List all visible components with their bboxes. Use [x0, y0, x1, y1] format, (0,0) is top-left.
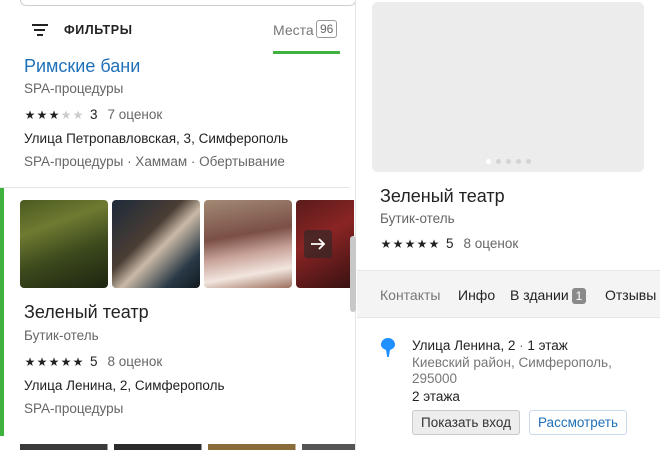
photo-thumbnail[interactable] [112, 200, 200, 288]
rating-value: 5 [90, 354, 98, 369]
star-icon: ★ [72, 107, 84, 122]
result-tags: SPA-процедуры [24, 401, 124, 416]
filter-bar: ФИЛЬТРЫ Места 96 [0, 10, 350, 54]
tab-contacts[interactable]: Контакты [380, 287, 440, 303]
search-results-panel: ФИЛЬТРЫ Места 96 Римские бани SPA-процед… [0, 0, 356, 450]
star-icon: ★ [428, 236, 440, 251]
star-icon: ★ [404, 236, 416, 251]
result-title[interactable]: Зеленый театр [24, 302, 149, 323]
result-category: Бутик-отель [24, 328, 99, 343]
rating-votes: 7 оценок [107, 107, 163, 122]
rating-value: 3 [90, 107, 98, 122]
place-rating: ★ ★ ★ ★ ★ 5 8 оценок [380, 236, 519, 251]
gallery-dot[interactable] [515, 159, 521, 164]
filter-icon[interactable] [32, 24, 48, 36]
star-icon: ★ [60, 354, 72, 369]
tab-info[interactable]: Инфо [458, 287, 495, 303]
star-icon: ★ [48, 107, 60, 122]
building-floors: 2 этажа [412, 389, 460, 404]
arrow-right-icon [311, 238, 326, 250]
place-title: Зеленый театр [380, 186, 505, 206]
result-card-selected[interactable]: Зеленый театр Бутик-отель ★ ★ ★ ★ ★ 5 8 оцен… [0, 188, 354, 436]
star-icon: ★ [392, 236, 404, 251]
rating-value: 5 [446, 236, 454, 251]
rating-votes: 8 оценок [463, 236, 519, 251]
tab-places[interactable]: Места 96 [273, 10, 340, 54]
star-icon: ★ [36, 354, 48, 369]
contact-address: Улица Ленина, 2 · 1 этаж [412, 338, 568, 353]
gallery-dot[interactable] [525, 159, 531, 164]
photo-strip [20, 200, 354, 288]
star-icon: ★ [24, 354, 36, 369]
rating-stars: ★ ★ ★ ★ ★ [24, 109, 84, 121]
location-pin-icon [381, 338, 395, 357]
result-tags: SPA-процедуры · Хаммам · Обертывание [24, 154, 285, 169]
filters-button[interactable]: ФИЛЬТРЫ [64, 23, 133, 37]
result-address: Улица Ленина, 2, Симферополь [24, 378, 225, 393]
in-building-count-badge: 1 [571, 288, 587, 304]
places-tab-label: Места [273, 22, 314, 38]
rating-stars: ★ ★ ★ ★ ★ [380, 238, 440, 250]
place-detail-panel: Зеленый театр Бутик-отель ★ ★ ★ ★ ★ 5 8 оцен… [357, 0, 660, 450]
result-category: SPA-процедуры [24, 81, 124, 96]
tab-in-building[interactable]: В здании 1 [510, 287, 587, 304]
gallery-dot[interactable] [495, 159, 501, 164]
result-address: Улица Петропавловская, 3, Симферополь [24, 131, 289, 146]
photo-thumbnail[interactable] [20, 200, 108, 288]
rating-stars: ★ ★ ★ ★ ★ [24, 356, 84, 368]
gallery-dot[interactable] [505, 159, 511, 164]
result-rating: ★ ★ ★ ★ ★ 5 8 оценок [24, 354, 163, 369]
tab-in-building-label: В здании [510, 287, 569, 303]
result-rating: ★ ★ ★ ★ ★ 3 7 оценок [24, 107, 163, 122]
photo-thumbnail[interactable] [204, 200, 292, 288]
place-category: Бутик-отель [380, 211, 455, 226]
address-district: Киевский район, Симферополь, 295000 [412, 355, 612, 386]
star-icon: ★ [60, 107, 72, 122]
result-card[interactable]: Римские бани SPA-процедуры ★ ★ ★ ★ ★ 3 7 оце… [0, 56, 350, 188]
show-entrance-button[interactable]: Показать вход [412, 410, 520, 435]
next-result-photos[interactable] [20, 444, 355, 450]
address-floor: 1 этаж [527, 338, 568, 353]
star-icon: ★ [24, 107, 36, 122]
star-icon: ★ [48, 354, 60, 369]
star-icon: ★ [380, 236, 392, 251]
next-photo-button[interactable] [304, 230, 332, 258]
address-street: Улица Ленина, 2 [412, 338, 516, 353]
view-building-button[interactable]: Рассмотреть [529, 410, 628, 435]
star-icon: ★ [72, 354, 84, 369]
star-icon: ★ [36, 107, 48, 122]
result-title[interactable]: Римские бани [24, 56, 140, 77]
gallery-dot[interactable] [485, 159, 491, 164]
photo-gallery[interactable] [372, 2, 644, 172]
gallery-dots [372, 159, 644, 164]
star-icon: ★ [416, 236, 428, 251]
scrollbar[interactable] [350, 236, 356, 312]
detail-tabs: Контакты Инфо В здании 1 Отзывы [357, 270, 660, 318]
tab-reviews[interactable]: Отзывы [605, 287, 656, 303]
search-box[interactable] [20, 0, 355, 6]
places-count-badge: 96 [316, 20, 338, 38]
rating-votes: 8 оценок [107, 354, 163, 369]
